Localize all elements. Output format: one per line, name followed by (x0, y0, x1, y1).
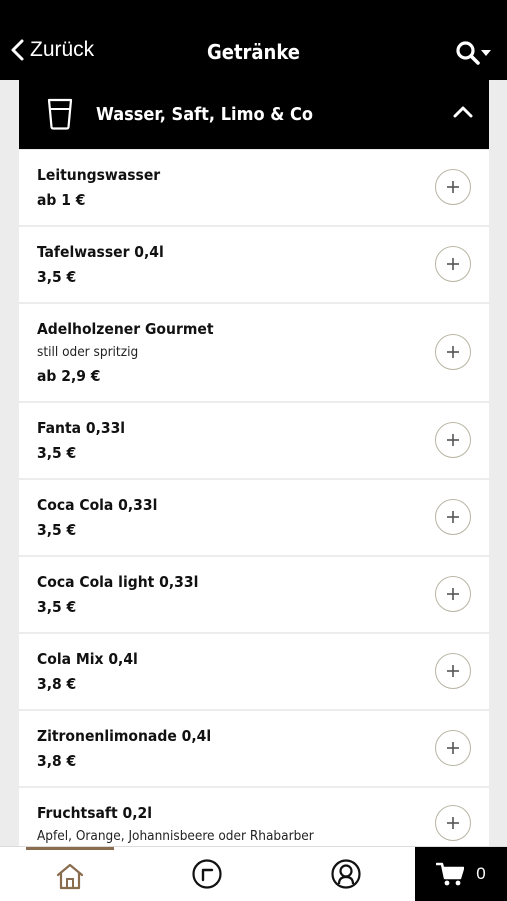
list-item[interactable]: Coca Cola 0,33l 3,5 € (19, 480, 489, 555)
plus-icon (447, 345, 459, 358)
account-icon (331, 859, 361, 889)
plus-icon (447, 433, 459, 446)
item-description: Apfel, Orange, Johannisbeere oder Rhabar… (37, 828, 314, 844)
search-icon (456, 41, 480, 65)
plus-icon (447, 664, 459, 677)
add-button[interactable] (435, 333, 471, 370)
item-price: ab 2,9 € (37, 367, 101, 385)
list-item[interactable]: Leitungswasser ab 1 € (19, 150, 489, 225)
category-title: Wasser, Saft, Limo & Co (96, 104, 313, 125)
list-item[interactable]: Tafelwasser 0,4l 3,5 € (19, 227, 489, 302)
search-button[interactable] (455, 40, 491, 66)
plus-icon (447, 257, 459, 270)
list-item[interactable]: Fanta 0,33l 3,5 € (19, 403, 489, 478)
add-button[interactable] (435, 421, 471, 458)
item-name: Tafelwasser 0,4l (37, 243, 164, 261)
add-button[interactable] (435, 498, 471, 535)
caret-down-icon (481, 50, 491, 56)
add-button[interactable] (435, 245, 471, 282)
category-header[interactable]: Wasser, Saft, Limo & Co (19, 80, 489, 149)
item-price: 3,8 € (37, 752, 77, 770)
item-name: Fanta 0,33l (37, 419, 126, 437)
item-name: Fruchtsaft 0,2l (37, 804, 152, 822)
item-name: Cola Mix 0,4l (37, 650, 138, 668)
add-button[interactable] (435, 729, 471, 766)
item-price: 3,5 € (37, 268, 77, 286)
plus-icon (447, 816, 459, 829)
add-button[interactable] (435, 575, 471, 612)
item-price: 3,5 € (37, 598, 77, 616)
item-name: Coca Cola 0,33l (37, 496, 158, 514)
cart-button[interactable]: 0 (415, 847, 507, 901)
item-price: 3,5 € (37, 444, 77, 462)
add-button[interactable] (435, 652, 471, 689)
item-description: still oder spritzig (37, 344, 139, 360)
item-name: Zitronenlimonade 0,4l (37, 727, 212, 745)
page-title: Getränke (206, 40, 301, 64)
item-name: Leitungswasser (37, 166, 161, 184)
add-button[interactable] (435, 804, 471, 841)
menu-content: Wasser, Saft, Limo & Co Leitungswasser ab… (0, 80, 507, 846)
item-price: ab 1 € (37, 191, 86, 209)
list-item[interactable]: Zitronenlimonade 0,4l 3,8 € (19, 711, 489, 786)
cart-count: 0 (476, 864, 486, 883)
product-list: Leitungswasser ab 1 € Tafelwasser 0,4l 3,5 … (19, 150, 489, 846)
chevron-up-icon (453, 106, 473, 118)
item-price: 3,5 € (37, 521, 77, 539)
item-name: Coca Cola light 0,33l (37, 573, 199, 591)
plus-icon (447, 741, 459, 754)
bottom-nav: 0 (0, 846, 507, 901)
list-item[interactable]: Cola Mix 0,4l 3,8 € (19, 634, 489, 709)
plus-icon (447, 180, 459, 193)
add-button[interactable] (435, 168, 471, 205)
list-item[interactable]: Adelholzener Gourmet still oder spritzig a… (19, 304, 489, 401)
glass-icon (47, 98, 73, 130)
list-item[interactable]: Coca Cola light 0,33l 3,5 € (19, 557, 489, 632)
tab-home[interactable] (26, 847, 114, 901)
home-icon (56, 863, 84, 889)
plus-icon (447, 587, 459, 600)
plus-icon (447, 510, 459, 523)
clock-icon (192, 859, 222, 889)
list-item[interactable]: Fruchtsaft 0,2l Apfel, Orange, Johannisbe… (19, 788, 489, 846)
tab-clock[interactable] (163, 847, 251, 901)
item-name: Adelholzener Gourmet (37, 320, 214, 338)
tab-account[interactable] (302, 847, 390, 901)
cart-icon (436, 862, 465, 886)
item-price: 3,8 € (37, 675, 77, 693)
top-bar: Zurück Getränke (0, 0, 507, 80)
